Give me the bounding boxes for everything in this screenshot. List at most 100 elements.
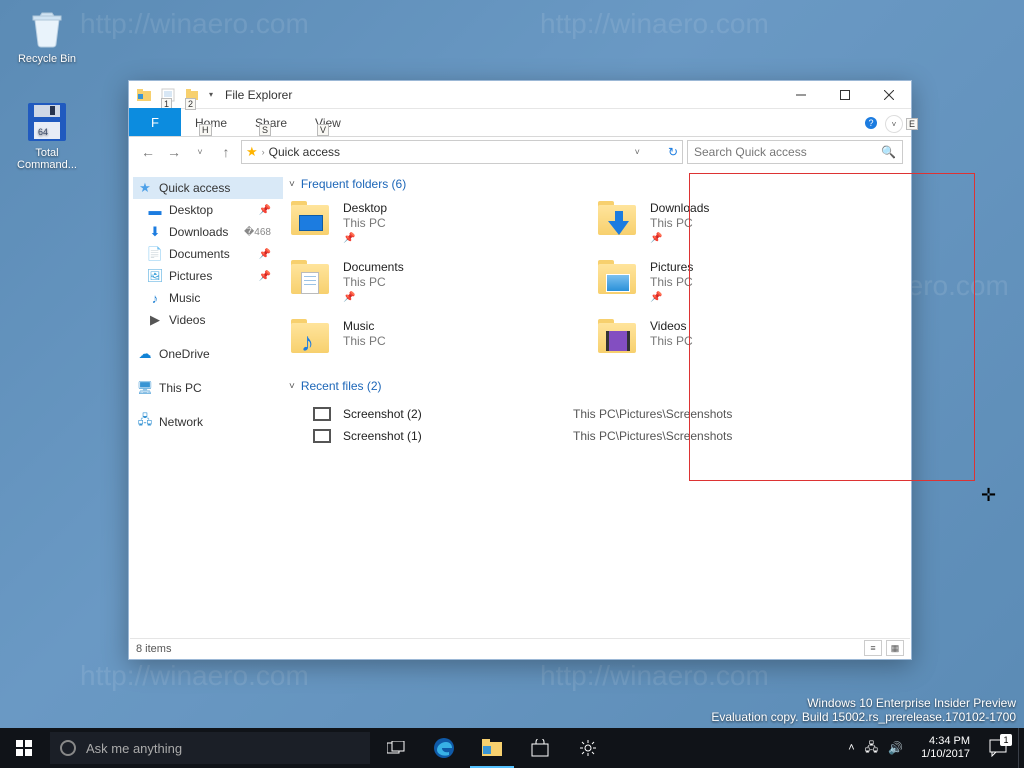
sidebar-item-onedrive[interactable]: ☁ OneDrive bbox=[133, 343, 283, 365]
folder-item-desktop[interactable]: Desktop This PC 📌 bbox=[289, 201, 519, 244]
chevron-down-icon[interactable]: ˅ bbox=[635, 147, 664, 157]
group-frequent-folders[interactable]: ˅ Frequent folders (6) bbox=[289, 177, 903, 191]
recent-locations-button[interactable]: ˅ bbox=[189, 141, 211, 163]
folder-icon bbox=[596, 201, 640, 241]
frequent-folders-grid: Desktop This PC 📌 Downloads This PC 📌 bbox=[289, 201, 903, 359]
sidebar-item-videos[interactable]: ▶ Videos bbox=[133, 309, 283, 331]
taskbar-clock[interactable]: 4:34 PM 1/10/2017 bbox=[913, 735, 978, 761]
qat-dropdown[interactable]: ▾ bbox=[205, 84, 217, 106]
taskbar[interactable]: Ask me anything ˄ 🖧 🔊 4:34 PM 1/10/2017 … bbox=[0, 728, 1024, 768]
sidebar-item-documents[interactable]: 📄 Documents 📌 bbox=[133, 243, 283, 265]
group-recent-files-header[interactable]: ˅ Recent files (2) bbox=[289, 379, 903, 393]
tab-share[interactable]: Share S bbox=[241, 110, 301, 136]
folder-sub: This PC bbox=[650, 275, 693, 289]
back-button[interactable]: ← bbox=[137, 141, 159, 163]
cortana-icon bbox=[60, 740, 76, 756]
taskbar-app-edge[interactable] bbox=[420, 728, 468, 768]
app-icon[interactable] bbox=[133, 84, 155, 106]
desktop-icon-label: Total Command... bbox=[10, 147, 84, 171]
folder-icon: ♪ bbox=[289, 319, 333, 359]
group-header-label: Recent files (2) bbox=[301, 379, 382, 393]
recent-file-path: This PC\Pictures\Screenshots bbox=[573, 429, 732, 443]
navigation-pane[interactable]: ★ Quick access ▬ Desktop 📌 ⬇ Downloads �… bbox=[129, 167, 287, 637]
folder-item-pictures[interactable]: Pictures This PC 📌 bbox=[596, 260, 826, 303]
folder-icon bbox=[289, 260, 333, 300]
folder-name: Downloads bbox=[650, 201, 709, 215]
keytip: E bbox=[906, 118, 918, 130]
titlebar[interactable]: 1 2 ▾ File Explorer bbox=[129, 81, 911, 109]
sidebar-item-music[interactable]: ♪ Music bbox=[133, 287, 283, 309]
navigation-bar: ← → ˅ ↑ ★ › Quick access ˅ ↻ Search Quic… bbox=[129, 137, 911, 167]
ribbon-collapse-button[interactable]: ˅ E bbox=[885, 115, 903, 133]
crosshair-cursor: ✛ bbox=[981, 485, 996, 506]
desktop-icon-total-commander[interactable]: 64 Total Command... bbox=[10, 100, 84, 171]
star-icon: ★ bbox=[137, 180, 153, 196]
folder-item-documents[interactable]: Documents This PC 📌 bbox=[289, 260, 519, 303]
sidebar-item-downloads[interactable]: ⬇ Downloads �468 bbox=[133, 221, 283, 243]
clock-time: 4:34 PM bbox=[921, 735, 970, 748]
keytip: F bbox=[151, 115, 159, 130]
qat-button-1[interactable]: 1 bbox=[157, 84, 179, 106]
sidebar-item-label: Documents bbox=[169, 247, 230, 261]
folder-icon bbox=[596, 319, 640, 359]
folder-item-music[interactable]: ♪ Music This PC bbox=[289, 319, 519, 359]
taskbar-search[interactable]: Ask me anything bbox=[50, 732, 370, 764]
floppy-icon: 64 bbox=[25, 100, 69, 144]
sidebar-item-label: Videos bbox=[169, 313, 205, 327]
refresh-button[interactable]: ↻ bbox=[668, 145, 678, 159]
sidebar-item-label: Desktop bbox=[169, 203, 213, 217]
forward-button[interactable]: → bbox=[163, 141, 185, 163]
window-body: ★ Quick access ▬ Desktop 📌 ⬇ Downloads �… bbox=[129, 167, 911, 637]
tab-home[interactable]: Home H bbox=[181, 110, 241, 136]
sidebar-item-network[interactable]: 🖧 Network bbox=[133, 411, 283, 433]
qat-button-2[interactable]: 2 bbox=[181, 84, 203, 106]
minimize-button[interactable] bbox=[779, 81, 823, 109]
folder-item-downloads[interactable]: Downloads This PC 📌 bbox=[596, 201, 826, 244]
desktop-icon-recycle-bin[interactable]: Recycle Bin bbox=[10, 6, 84, 65]
group-header-label: Frequent folders (6) bbox=[301, 177, 406, 191]
content-pane[interactable]: ˅ Frequent folders (6) Desktop This PC 📌 bbox=[287, 167, 911, 637]
monitor-icon: 🖥 bbox=[137, 380, 153, 396]
task-view-button[interactable] bbox=[372, 728, 420, 768]
sidebar-item-desktop[interactable]: ▬ Desktop 📌 bbox=[133, 199, 283, 221]
sidebar-item-pictures[interactable]: 🖼 Pictures 📌 bbox=[133, 265, 283, 287]
view-details-button[interactable]: ≡ bbox=[864, 640, 882, 656]
tray-chevron-up-icon[interactable]: ˄ bbox=[848, 742, 854, 754]
action-center-button[interactable]: 1 bbox=[978, 728, 1018, 768]
music-icon: ♪ bbox=[147, 290, 163, 306]
tab-view[interactable]: View V bbox=[301, 110, 355, 136]
recent-file-name: Screenshot (2) bbox=[343, 407, 573, 421]
search-input[interactable]: Search Quick access 🔍 bbox=[687, 140, 903, 164]
image-file-icon bbox=[313, 429, 331, 443]
star-icon: ★ bbox=[246, 144, 258, 160]
folder-item-videos[interactable]: Videos This PC bbox=[596, 319, 826, 359]
pictures-icon: 🖼 bbox=[147, 268, 163, 284]
close-button[interactable] bbox=[867, 81, 911, 109]
status-item-count: 8 items bbox=[136, 643, 171, 655]
keytip: V bbox=[317, 124, 329, 136]
taskbar-app-file-explorer[interactable] bbox=[468, 728, 516, 768]
address-bar[interactable]: ★ › Quick access ˅ ↻ bbox=[241, 140, 683, 164]
show-desktop-button[interactable] bbox=[1018, 728, 1024, 768]
sidebar-item-quick-access[interactable]: ★ Quick access bbox=[133, 177, 283, 199]
taskbar-app-store[interactable] bbox=[516, 728, 564, 768]
recent-file-item[interactable]: Screenshot (2) This PC\Pictures\Screensh… bbox=[289, 403, 903, 425]
sidebar-item-this-pc[interactable]: 🖥 This PC bbox=[133, 377, 283, 399]
recent-file-item[interactable]: Screenshot (1) This PC\Pictures\Screensh… bbox=[289, 425, 903, 447]
system-tray: ˄ 🖧 🔊 4:34 PM 1/10/2017 1 bbox=[838, 728, 1024, 768]
chevron-right-icon: › bbox=[262, 147, 265, 157]
folder-sub: This PC bbox=[343, 216, 387, 230]
tray-network-icon[interactable]: 🖧 bbox=[865, 738, 878, 759]
window-title: File Explorer bbox=[225, 88, 292, 102]
help-button[interactable]: ? bbox=[865, 117, 877, 129]
maximize-button[interactable] bbox=[823, 81, 867, 109]
start-button[interactable] bbox=[0, 728, 48, 768]
view-large-icons-button[interactable]: ▦ bbox=[886, 640, 904, 656]
file-tab[interactable]: F bbox=[129, 108, 181, 136]
search-placeholder: Search Quick access bbox=[694, 145, 807, 159]
sidebar-item-label: Pictures bbox=[169, 269, 212, 283]
chevron-down-icon: ˅ bbox=[289, 179, 295, 190]
tray-volume-icon[interactable]: 🔊 bbox=[888, 741, 903, 755]
up-button[interactable]: ↑ bbox=[215, 141, 237, 163]
taskbar-app-settings[interactable] bbox=[564, 728, 612, 768]
